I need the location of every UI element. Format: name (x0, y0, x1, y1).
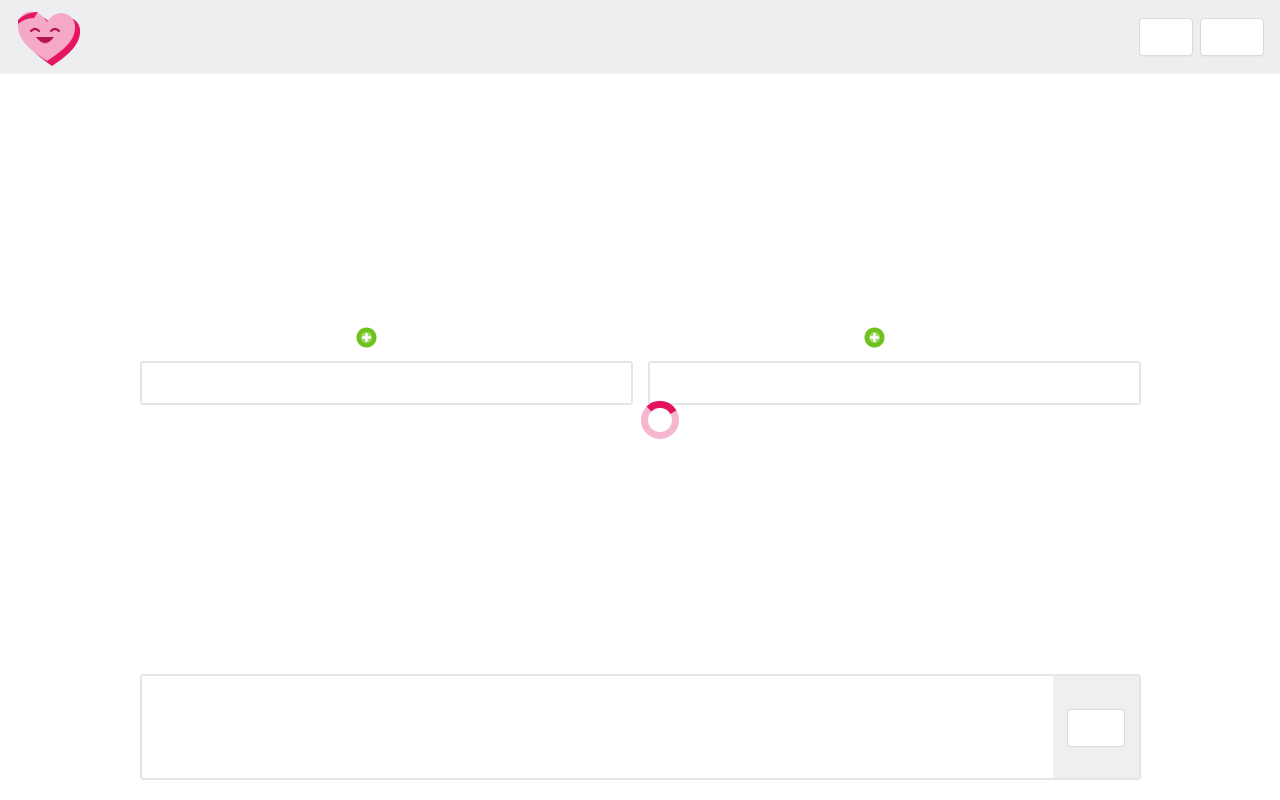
left-input-box (140, 361, 633, 405)
header-button-1[interactable] (1139, 18, 1193, 56)
top-bar (0, 0, 1280, 73)
composer-actions (1053, 676, 1139, 778)
loading-spinner-icon (641, 400, 679, 439)
send-button[interactable] (1067, 709, 1125, 747)
right-input-box (648, 361, 1141, 405)
left-input-field[interactable] (142, 363, 631, 403)
message-composer (140, 674, 1141, 780)
plus-circle-icon[interactable] (864, 327, 885, 348)
plus-circle-icon[interactable] (356, 327, 377, 348)
header-button-2[interactable] (1200, 18, 1264, 56)
heart-mascot-logo-icon[interactable] (14, 6, 80, 68)
message-textarea[interactable] (142, 676, 1053, 778)
right-input-field[interactable] (650, 363, 1139, 403)
